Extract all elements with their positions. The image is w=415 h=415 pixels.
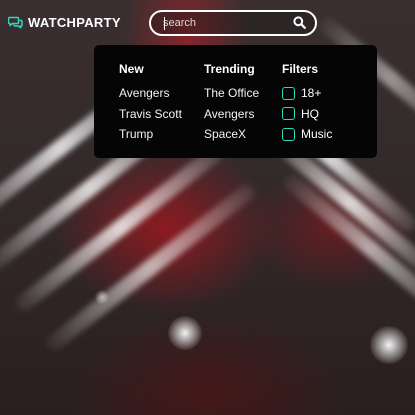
filter-label: 18+ (301, 86, 322, 100)
top-bar: WATCHPARTY (0, 0, 415, 46)
suggestion-item[interactable]: SpaceX (204, 127, 259, 141)
suggestion-item[interactable]: Trump (119, 127, 182, 141)
search-suggestions-dropdown: New Avengers Travis Scott Trump Trending… (94, 45, 377, 158)
filter-label: Music (301, 127, 333, 141)
new-column: New Avengers Travis Scott Trump (119, 62, 182, 148)
filter-hq[interactable]: HQ (282, 107, 332, 121)
suggestion-item[interactable]: Avengers (204, 107, 259, 121)
filter-18plus[interactable]: 18+ (282, 86, 332, 100)
chat-bubbles-icon (7, 16, 23, 29)
suggestion-item[interactable]: Travis Scott (119, 107, 182, 121)
search-icon[interactable] (293, 16, 306, 29)
trending-heading: Trending (204, 62, 255, 76)
search-bar[interactable] (149, 10, 317, 36)
trending-column: Trending The Office Avengers SpaceX (204, 62, 259, 148)
filter-checkbox[interactable] (282, 107, 295, 120)
filter-checkbox[interactable] (282, 127, 295, 141)
filter-label: HQ (301, 106, 319, 121)
text-cursor (164, 17, 165, 30)
filter-music[interactable]: Music (282, 127, 332, 141)
filters-heading: Filters (282, 62, 319, 76)
logo[interactable]: WATCHPARTY (7, 15, 121, 30)
filters-column: Filters 18+ HQ Music (282, 62, 332, 148)
suggestion-item[interactable]: The Office (204, 86, 259, 100)
suggestion-item[interactable]: Avengers (119, 86, 182, 100)
filter-checkbox[interactable] (282, 86, 295, 100)
app-name: WATCHPARTY (28, 15, 121, 30)
search-input[interactable] (163, 15, 293, 31)
new-heading: New (119, 62, 144, 76)
